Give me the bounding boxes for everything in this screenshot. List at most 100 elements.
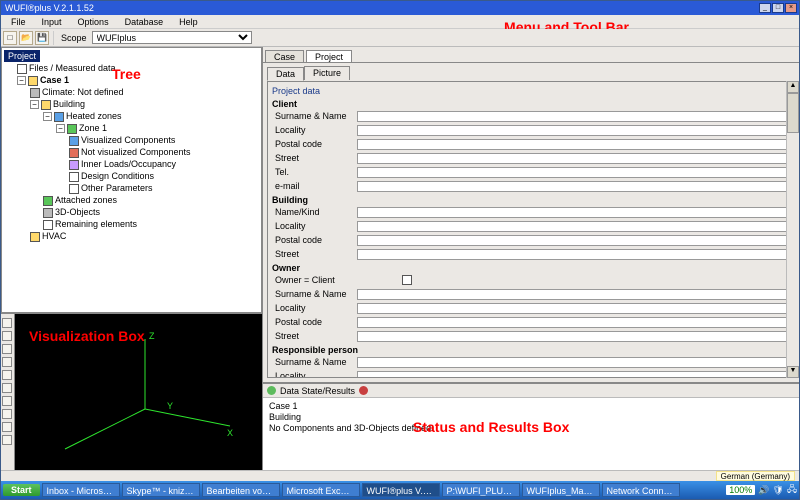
tree-attached-zones[interactable]: Attached zones [43,194,259,206]
owner-street-input[interactable] [357,331,790,342]
client-postal-input[interactable] [357,139,790,150]
left-column: Project Tree Files / Measured data −Case… [1,47,263,470]
taskbar-item[interactable]: Network Connec… [602,483,680,497]
component-icon [69,136,79,146]
tree-root[interactable]: Project [4,50,40,62]
tree-hvac[interactable]: HVAC [30,230,259,242]
viz-tool-10[interactable] [2,435,12,445]
form-scrollbar[interactable]: ▲ ▼ [786,81,799,378]
taskbar-item[interactable]: Bearbeiten von … [202,483,280,497]
taskbar: Start Inbox - Microsof… Skype™ - knizi88… [1,481,799,499]
inner-tab-data[interactable]: Data [267,67,304,81]
window-buttons: _ □ × [759,3,797,13]
tree-vis-comp[interactable]: Visualized Components [69,134,259,146]
scroll-thumb[interactable] [787,93,799,133]
viz-tool-6[interactable] [2,383,12,393]
taskbar-item-active[interactable]: WUFI®plus V.2… [362,483,440,497]
building-namekind-input[interactable] [357,207,790,218]
tray-icon[interactable]: 🔊 [758,485,769,496]
client-locality-input[interactable] [357,125,790,136]
collapse-icon[interactable]: − [17,76,26,85]
status-header-label: Data State/Results [280,386,355,396]
scroll-up-icon[interactable]: ▲ [787,81,799,93]
toolbar-separator [53,31,54,45]
menu-options[interactable]: Options [70,17,117,27]
taskbar-item[interactable]: Microsoft Excel - … [282,483,360,497]
status-line-2: Building [269,412,793,423]
building-postal-input[interactable] [357,235,790,246]
start-button[interactable]: Start [3,484,40,496]
taskbar-item[interactable]: P:\WUFI_PLUS\… [442,483,520,497]
owner-locality-input[interactable] [357,303,790,314]
tree-zone1[interactable]: −Zone 1 Visualized Components Not visual… [56,122,259,194]
right-column: Case Project Data Picture Project data C… [263,47,799,470]
owner-postal-input[interactable] [357,317,790,328]
tab-case[interactable]: Case [265,50,304,62]
tree-building[interactable]: −Building −Heated zones −Zone 1 Visualiz… [30,98,259,230]
taskbar-item[interactable]: Skype™ - knizi88 [122,483,200,497]
page-icon [43,220,53,230]
minimize-button[interactable]: _ [759,3,771,13]
tool-open[interactable]: 📂 [19,31,33,45]
menu-database[interactable]: Database [117,17,172,27]
tree-inner-loads[interactable]: Inner Loads/Occupancy [69,158,259,170]
close-button[interactable]: × [785,3,797,13]
form-panel: Data Picture Project data Client Surname… [263,63,799,383]
scope-select[interactable]: WUFIplus [92,31,252,44]
resp-surname-input[interactable] [357,357,790,368]
collapse-icon[interactable]: − [43,112,52,121]
lbl-surname: Surname & Name [272,111,357,121]
client-street-input[interactable] [357,153,790,164]
tool-new[interactable]: □ [3,31,17,45]
menu-help[interactable]: Help [171,17,206,27]
viz-tool-1[interactable] [2,318,12,328]
hvac-icon [30,232,40,242]
building-locality-input[interactable] [357,221,790,232]
tree-climate[interactable]: Climate: Not defined [30,86,259,98]
zone-icon [43,196,53,206]
axis-z-label: Z [149,331,155,341]
client-tel-input[interactable] [357,167,790,178]
scroll-down-icon[interactable]: ▼ [787,366,799,378]
menu-input[interactable]: Input [34,17,70,27]
tray-icon[interactable]: 🛡 [773,485,784,496]
status-header: Data State/Results [263,384,799,398]
building-street-input[interactable] [357,249,790,260]
lbl-bpostal: Postal code [272,235,357,245]
viz-tool-3[interactable] [2,344,12,354]
tree-3d-objects[interactable]: 3D-Objects [43,206,259,218]
viz-tool-7[interactable] [2,396,12,406]
taskbar-item[interactable]: WUFIplus_Manu… [522,483,600,497]
tab-project[interactable]: Project [306,50,352,62]
section-owner: Owner [272,261,790,273]
viz-tool-4[interactable] [2,357,12,367]
viz-tool-8[interactable] [2,409,12,419]
collapse-icon[interactable]: − [30,100,39,109]
client-email-input[interactable] [357,181,790,192]
zone-icon [54,112,64,122]
tree-remaining[interactable]: Remaining elements [43,218,259,230]
owner-eq-client-checkbox[interactable] [402,275,412,285]
resp-locality-input[interactable] [357,371,790,379]
lbl-olocality: Locality [272,303,357,313]
tree-files[interactable]: Files / Measured data [17,62,259,74]
tree-case1[interactable]: −Case 1 Climate: Not defined −Building −… [17,74,259,242]
viz-tool-9[interactable] [2,422,12,432]
status-line-1: Case 1 [269,401,793,412]
owner-surname-input[interactable] [357,289,790,300]
viz-tool-2[interactable] [2,331,12,341]
inner-tab-picture[interactable]: Picture [304,66,350,80]
collapse-icon[interactable]: − [56,124,65,133]
maximize-button[interactable]: □ [772,3,784,13]
tray-icon[interactable]: 🖧 [787,482,797,498]
menu-file[interactable]: File [3,17,34,27]
viz-tool-5[interactable] [2,370,12,380]
tree-heated-zones[interactable]: −Heated zones −Zone 1 Visualized Compone… [43,110,259,194]
taskbar-item[interactable]: Inbox - Microsof… [42,483,120,497]
tool-save[interactable]: 💾 [35,31,49,45]
folder-icon [28,76,38,86]
tree-design-cond[interactable]: Design Conditions [69,170,259,182]
tree-other-params[interactable]: Other Parameters [69,182,259,194]
tree-notvis-comp[interactable]: Not visualized Components [69,146,259,158]
client-surname-input[interactable] [357,111,790,122]
